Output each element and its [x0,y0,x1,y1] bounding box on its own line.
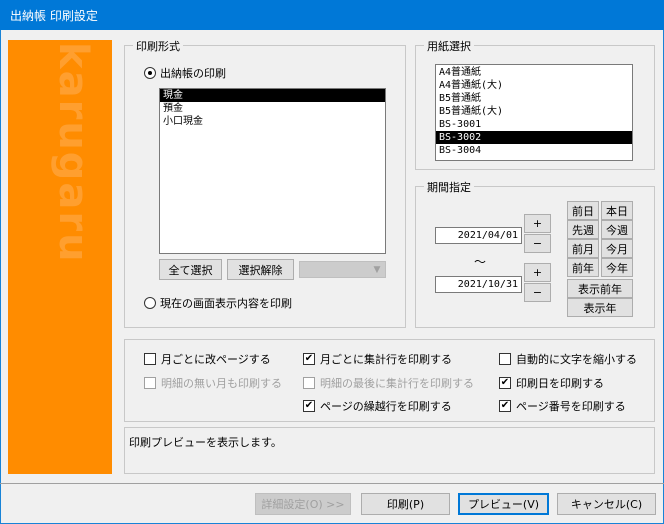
option-carry-over-row-label: ページの繰越行を印刷する [320,400,452,413]
option-carry-over-row-box[interactable]: ✔ [303,400,315,412]
option-page-number-box[interactable]: ✔ [499,400,511,412]
range-tilde: ～ [474,255,487,269]
paper-list-item[interactable]: BS-3004 [436,144,632,157]
start-date-plus-button[interactable]: + [524,214,551,233]
deselect-button[interactable]: 選択解除 [227,259,294,280]
paper-list-item[interactable]: B5普通紙(大) [436,105,632,118]
this-week-button[interactable]: 今週 [601,220,633,239]
option-monthly-total[interactable]: ✔ 月ごとに集計行を印刷する [303,351,452,367]
option-auto-shrink[interactable]: 自動的に文字を縮小する [499,351,637,367]
brand-logo: karugaru [50,42,96,264]
footer-divider [0,483,664,484]
start-date-input[interactable]: 2021/04/01 [435,227,522,244]
paper-legend: 用紙選択 [424,38,474,54]
status-message: 印刷プレビューを表示します。 [129,436,282,449]
account-combo[interactable]: ▼ [299,261,386,278]
option-auto-shrink-box[interactable] [499,353,511,365]
end-date-minus-button[interactable]: − [524,283,551,302]
window-title: 出納帳 印刷設定 [10,9,98,23]
title-bar[interactable]: 出納帳 印刷設定 [0,0,664,30]
radio-screen-print[interactable]: 現在の画面表示内容を印刷 [144,295,292,311]
paper-list-item[interactable]: A4普通紙 [436,66,632,79]
paper-list-item[interactable]: BS-3002 [436,131,632,144]
print-format-group: 印刷形式 出納帳の印刷 現金 預金 小口現金 全て選択 選択解除 ▼ 現在の画面表示… [124,38,406,328]
option-page-break-monthly[interactable]: 月ごとに改ページする [144,351,271,367]
chevron-down-icon[interactable]: ▼ [369,262,385,277]
radio-screen-circle[interactable] [144,297,156,309]
select-all-button[interactable]: 全て選択 [159,259,222,280]
option-carry-over-row[interactable]: ✔ ページの繰越行を印刷する [303,398,452,414]
radio-ledger-label: 出納帳の印刷 [160,67,226,80]
end-date-plus-button[interactable]: + [524,263,551,282]
period-legend: 期間指定 [424,179,474,195]
prev-month-button[interactable]: 前月 [567,239,599,258]
this-month-button[interactable]: 今月 [601,239,633,258]
account-list-item[interactable]: 預金 [160,102,385,115]
option-page-number-label: ページ番号を印刷する [516,400,626,413]
option-print-empty-months-label: 明細の無い月も印刷する [161,377,282,390]
option-page-break-monthly-box[interactable] [144,353,156,365]
option-print-date-label: 印刷日を印刷する [516,377,604,390]
option-final-total-label: 明細の最後に集計行を印刷する [320,377,474,390]
paper-list-item[interactable]: B5普通紙 [436,92,632,105]
paper-list-item[interactable]: BS-3001 [436,118,632,131]
option-monthly-total-box[interactable]: ✔ [303,353,315,365]
option-print-empty-months: 明細の無い月も印刷する [144,375,282,391]
prev-display-year-button[interactable]: 表示前年 [567,279,633,298]
account-listbox[interactable]: 現金 預金 小口現金 [159,88,386,254]
option-page-break-monthly-label: 月ごとに改ページする [161,353,271,366]
option-page-number[interactable]: ✔ ページ番号を印刷する [499,398,626,414]
account-list-item[interactable]: 小口現金 [160,115,385,128]
this-year-button[interactable]: 今年 [601,258,633,277]
paper-listbox[interactable]: A4普通紙 A4普通紙(大) B5普通紙 B5普通紙(大) BS-3001 BS-3002… [435,64,633,161]
option-monthly-total-label: 月ごとに集計行を印刷する [320,353,452,366]
radio-ledger-circle[interactable] [144,67,156,79]
brand-banner: karugaru [8,40,112,474]
paper-group: 用紙選択 A4普通紙 A4普通紙(大) B5普通紙 B5普通紙(大) BS-3001 BS… [415,38,655,170]
option-auto-shrink-label: 自動的に文字を縮小する [516,353,637,366]
radio-ledger-print[interactable]: 出納帳の印刷 [144,65,226,81]
display-year-button[interactable]: 表示年 [567,298,633,317]
prev-week-button[interactable]: 先週 [567,220,599,239]
option-print-empty-months-box [144,377,156,389]
print-button[interactable]: 印刷(P) [361,493,450,515]
cancel-button[interactable]: キャンセル(C) [557,493,656,515]
end-date-input[interactable]: 2021/10/31 [435,276,522,293]
option-final-total: 明細の最後に集計行を印刷する [303,375,474,391]
option-print-date-box[interactable]: ✔ [499,377,511,389]
status-message-box: 印刷プレビューを表示します。 [124,427,655,474]
prev-year-button[interactable]: 前年 [567,258,599,277]
account-list-item[interactable]: 現金 [160,89,385,102]
start-date-minus-button[interactable]: − [524,234,551,253]
option-final-total-box [303,377,315,389]
preview-button[interactable]: プレビュー(V) [458,493,549,515]
option-print-date[interactable]: ✔ 印刷日を印刷する [499,375,604,391]
prev-day-button[interactable]: 前日 [567,201,599,220]
period-group: 期間指定 + 2021/04/01 − ～ + 2021/10/31 − 前日 … [415,179,655,328]
radio-screen-label: 現在の画面表示内容を印刷 [160,297,292,310]
today-button[interactable]: 本日 [601,201,633,220]
options-group: 月ごとに改ページする ✔ 月ごとに集計行を印刷する 自動的に文字を縮小する 明細… [124,339,655,422]
paper-list-item[interactable]: A4普通紙(大) [436,79,632,92]
details-button[interactable]: 詳細設定(O) >> [255,493,351,515]
print-format-legend: 印刷形式 [133,38,183,54]
